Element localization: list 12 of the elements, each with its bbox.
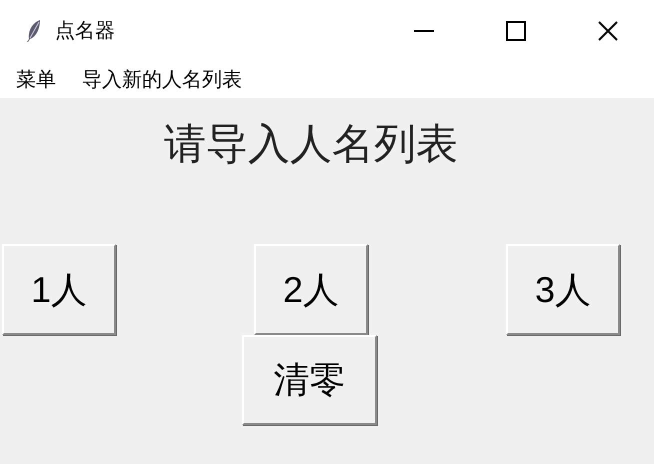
count-button[interactable]: 3人 [506, 244, 620, 335]
count-button[interactable]: 1人 [2, 244, 116, 335]
count-button[interactable]: 2人 [254, 244, 368, 335]
maximize-icon [506, 21, 526, 41]
close-icon [598, 21, 618, 41]
window-title: 点名器 [55, 19, 115, 44]
feather-icon [26, 19, 42, 43]
clear-button[interactable]: 清零 [242, 335, 377, 425]
minimize-icon [414, 30, 434, 32]
menu-item[interactable]: 导入新的人名列表 [74, 65, 250, 95]
menu-item[interactable]: 菜单 [8, 65, 64, 95]
prompt-label: 请导入人名列表 [164, 118, 458, 170]
